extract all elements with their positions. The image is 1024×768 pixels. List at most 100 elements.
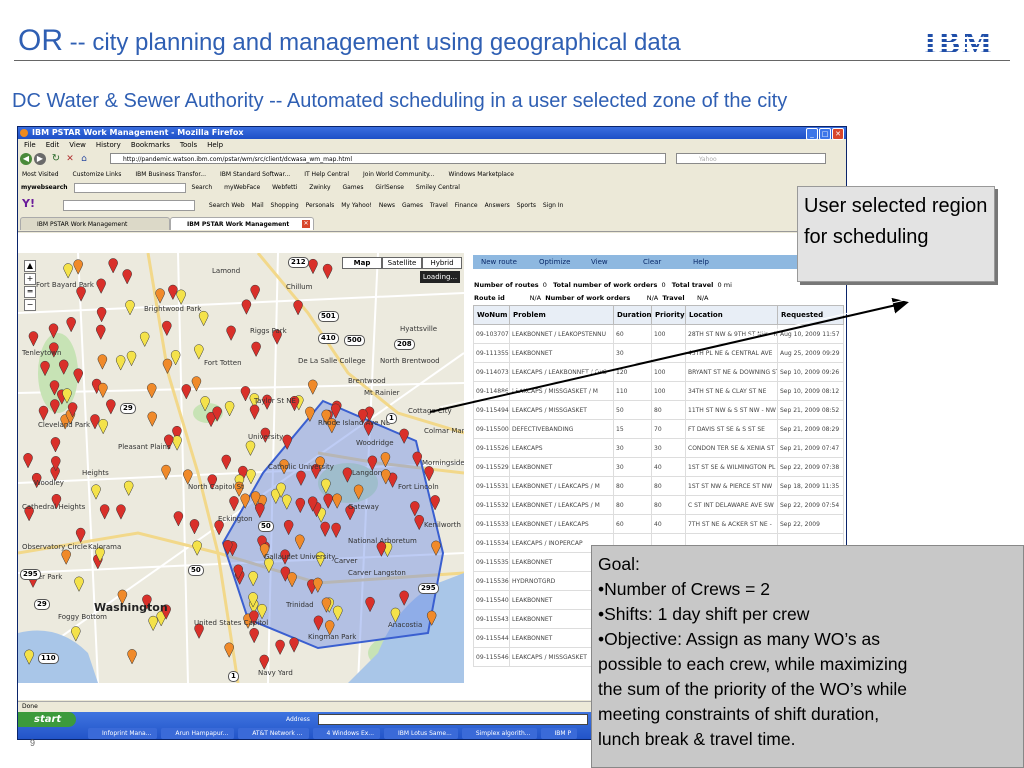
- zoom-out-button[interactable]: −: [24, 299, 36, 311]
- toolbar-item[interactable]: Smiley Central: [416, 184, 460, 191]
- back-button[interactable]: ◀: [20, 153, 32, 165]
- pan-up-button[interactable]: ▲: [24, 260, 36, 272]
- work-order-pin-icon[interactable]: [189, 519, 200, 535]
- view-button[interactable]: View: [591, 255, 608, 269]
- map-type-satellite-button[interactable]: Satellite: [382, 257, 422, 269]
- work-order-pin-icon[interactable]: [289, 637, 299, 653]
- table-row[interactable]: 09-115494 LEAKCAPS / MISSGASKET 50 80 11TH S…: [473, 400, 844, 420]
- work-order-pin-icon[interactable]: [162, 358, 173, 375]
- work-order-pin-icon[interactable]: [98, 419, 108, 435]
- taskbar-task[interactable]: AT&T Network ...: [238, 728, 309, 739]
- taskbar-address-input[interactable]: [318, 714, 588, 725]
- yahoo-search-input[interactable]: [62, 200, 195, 211]
- yahoo-toolbar-item[interactable]: Sign In: [543, 202, 564, 209]
- column-header[interactable]: Requested: [777, 305, 844, 325]
- column-header[interactable]: Priority: [651, 305, 686, 325]
- mywebsearch-input[interactable]: [73, 182, 186, 193]
- work-order-pin-icon[interactable]: [127, 649, 137, 665]
- work-order-pin-icon[interactable]: [96, 307, 107, 323]
- table-row[interactable]: 09-115526 LEAKCAPS 30 30 CONDON TER SE & XEN…: [473, 438, 844, 458]
- bookmark-item[interactable]: Customize Links: [73, 171, 122, 178]
- work-order-pin-icon[interactable]: [249, 628, 259, 644]
- yahoo-logo[interactable]: Y!: [22, 197, 35, 210]
- work-order-pin-icon[interactable]: [251, 341, 261, 358]
- work-order-pin-icon[interactable]: [74, 576, 84, 592]
- taskbar-task[interactable]: Infoprint Mana...: [88, 728, 158, 739]
- menu-edit[interactable]: Edit: [46, 141, 60, 149]
- work-order-pin-icon[interactable]: [23, 453, 33, 469]
- work-order-pin-icon[interactable]: [322, 263, 333, 280]
- work-order-pin-icon[interactable]: [50, 437, 61, 453]
- close-button[interactable]: ✕: [832, 128, 844, 140]
- yahoo-toolbar-item[interactable]: News: [379, 202, 395, 209]
- map-view[interactable]: ▲ + ═ − Map Satellite Hybrid Loading... …: [18, 253, 464, 683]
- yahoo-toolbar-item[interactable]: Mail: [251, 202, 263, 209]
- table-row[interactable]: 09-103707 LEAKBONNET / LEAKOPSTENNU 60 100 2…: [473, 324, 844, 344]
- yahoo-toolbar-item[interactable]: Finance: [455, 202, 478, 209]
- reload-icon[interactable]: ↻: [50, 153, 62, 165]
- table-row[interactable]: 09-115500 DEFECTIVEBANDING 15 70 FT DAVIS ST…: [473, 419, 844, 439]
- work-order-pin-icon[interactable]: [139, 331, 150, 348]
- work-order-pin-icon[interactable]: [66, 317, 76, 333]
- bookmark-item[interactable]: Most Visited: [22, 171, 59, 178]
- work-order-pin-icon[interactable]: [198, 311, 209, 327]
- work-order-pin-icon[interactable]: [192, 540, 202, 556]
- yahoo-toolbar-item[interactable]: Answers: [485, 202, 510, 209]
- work-order-pin-icon[interactable]: [194, 344, 204, 360]
- work-order-pin-icon[interactable]: [61, 549, 71, 565]
- work-order-pin-icon[interactable]: [229, 496, 239, 512]
- toolbar-item[interactable]: Zwinky: [309, 184, 330, 191]
- column-header[interactable]: WoNum: [473, 305, 510, 325]
- work-order-pin-icon[interactable]: [147, 383, 157, 399]
- bookmark-item[interactable]: Join World Community...: [363, 171, 435, 178]
- work-order-pin-icon[interactable]: [245, 440, 256, 457]
- menu-history[interactable]: History: [96, 141, 121, 149]
- new-route-button[interactable]: New route: [481, 255, 517, 269]
- menu-bookmarks[interactable]: Bookmarks: [131, 141, 170, 149]
- work-order-pin-icon[interactable]: [97, 354, 108, 370]
- work-order-pin-icon[interactable]: [73, 259, 83, 275]
- map-type-map-button[interactable]: Map: [342, 257, 382, 269]
- work-order-pin-icon[interactable]: [123, 480, 134, 497]
- work-order-pin-icon[interactable]: [63, 263, 73, 279]
- work-order-pin-icon[interactable]: [147, 411, 157, 427]
- maximize-button[interactable]: □: [819, 128, 831, 140]
- work-order-pin-icon[interactable]: [126, 350, 137, 367]
- yahoo-toolbar-item[interactable]: Search Web: [209, 202, 245, 209]
- work-order-pin-icon[interactable]: [115, 355, 126, 371]
- taskbar-task[interactable]: Arun Hampapur...: [161, 728, 235, 739]
- work-order-pin-icon[interactable]: [125, 300, 135, 316]
- work-order-pin-icon[interactable]: [168, 284, 178, 301]
- map-type-hybrid-button[interactable]: Hybrid: [422, 257, 462, 269]
- yahoo-toolbar-item[interactable]: Personals: [306, 202, 335, 209]
- taskbar-task[interactable]: 4 Windows Ex...: [312, 728, 381, 739]
- work-order-pin-icon[interactable]: [106, 399, 116, 415]
- work-order-pin-icon[interactable]: [275, 639, 285, 656]
- tab-work-management-2[interactable]: IBM PSTAR Work Management ✕: [170, 217, 314, 230]
- url-bar[interactable]: http://pandemic.watson.ibm.com/pstar/wm/…: [110, 153, 666, 164]
- work-order-pin-icon[interactable]: [90, 414, 100, 430]
- work-order-pin-icon[interactable]: [172, 435, 182, 451]
- toolbar-item[interactable]: Games: [342, 184, 363, 191]
- table-row[interactable]: 09-111355 LEAKBONNET 30 45TH PL NE & CENTRA…: [473, 343, 844, 363]
- optimize-button[interactable]: Optimize: [539, 255, 570, 269]
- menu-tools[interactable]: Tools: [180, 141, 197, 149]
- column-header[interactable]: Problem: [509, 305, 614, 325]
- work-order-pin-icon[interactable]: [108, 258, 118, 274]
- work-order-pin-icon[interactable]: [293, 300, 303, 316]
- home-icon[interactable]: ⌂: [78, 153, 90, 165]
- work-order-pin-icon[interactable]: [240, 386, 251, 402]
- work-order-pin-icon[interactable]: [99, 504, 110, 520]
- table-row[interactable]: 09-115533 LEAKBONNET / LEAKCAPS 60 40 7TH ST…: [473, 514, 844, 534]
- work-order-pin-icon[interactable]: [75, 527, 86, 544]
- work-order-pin-icon[interactable]: [28, 331, 39, 347]
- work-order-pin-icon[interactable]: [176, 289, 186, 305]
- zoom-in-button[interactable]: +: [24, 273, 36, 285]
- tab-work-management-1[interactable]: IBM PSTAR Work Management: [20, 217, 170, 230]
- table-row[interactable]: 09-115532 LEAKBONNET / LEAKCAPS / M 80 80 C …: [473, 495, 844, 515]
- work-order-pin-icon[interactable]: [308, 379, 318, 395]
- bookmark-item[interactable]: IBM Business Transfor...: [135, 171, 206, 178]
- help-button[interactable]: Help: [693, 255, 709, 269]
- work-order-pin-icon[interactable]: [98, 382, 108, 399]
- taskbar-task[interactable]: IBM P: [540, 728, 578, 739]
